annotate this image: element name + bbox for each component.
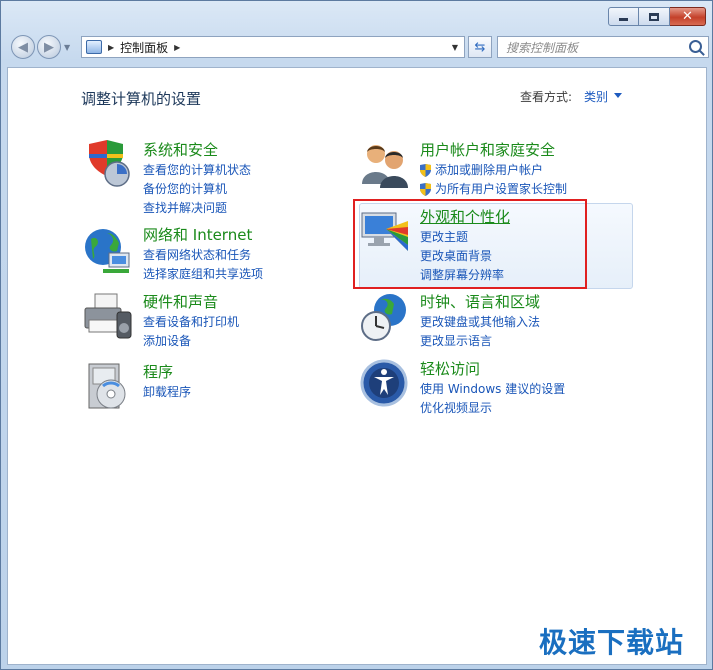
maximize-button[interactable] — [639, 7, 670, 26]
chevron-down-icon[interactable] — [614, 93, 622, 98]
link-recommended-settings[interactable]: 使用 Windows 建议的设置 — [420, 380, 565, 399]
user-accounts-icon — [362, 145, 408, 188]
uac-shield-icon — [420, 183, 431, 196]
control-panel-window: ✕ ◀ ▶ ▼ ▶ 控制面板 ▶ ▼ ⇆ 搜索控制面板 调整计算机的设置 查看方… — [0, 0, 713, 670]
watermark: 极速下载站 — [539, 626, 685, 659]
minimize-button[interactable] — [608, 7, 639, 26]
link-optimize-display[interactable]: 优化视频显示 — [420, 399, 565, 418]
maximize-icon — [649, 12, 659, 21]
control-panel-icon — [86, 40, 102, 54]
highlight-annotation — [353, 199, 587, 289]
uac-shield-icon — [420, 164, 431, 177]
link-network-status[interactable]: 查看网络状态和任务 — [143, 246, 263, 265]
navigation-bar: ◀ ▶ ▼ ▶ 控制面板 ▶ ▼ ⇆ 搜索控制面板 — [7, 33, 709, 61]
search-icon[interactable] — [689, 40, 702, 53]
refresh-button[interactable]: ⇆ — [468, 36, 492, 58]
chevron-down-icon: ▼ — [64, 43, 71, 52]
clock-language-icon — [361, 294, 406, 341]
breadcrumb-separator-icon[interactable]: ▶ — [174, 43, 180, 52]
category-title[interactable]: 用户帐户和家庭安全 — [420, 139, 555, 160]
system-security-icon — [89, 140, 130, 187]
link-backup-computer[interactable]: 备份您的计算机 — [143, 180, 251, 199]
programs-icon — [88, 363, 126, 409]
link-label: 为所有用户设置家长控制 — [435, 182, 568, 196]
link-view-computer-status[interactable]: 查看您的计算机状态 — [143, 161, 251, 180]
category-title[interactable]: 轻松访问 — [420, 358, 480, 379]
link-devices-printers[interactable]: 查看设备和打印机 — [143, 313, 239, 332]
link-label: 添加或删除用户帐户 — [435, 163, 544, 177]
network-internet-icon — [85, 229, 130, 273]
link-parental-controls[interactable]: 为所有用户设置家长控制 — [420, 180, 567, 199]
link-change-keyboard[interactable]: 更改键盘或其他输入法 — [420, 313, 540, 332]
category-title[interactable]: 程序 — [143, 361, 173, 382]
caption-buttons: ✕ — [608, 7, 706, 26]
view-by-label: 查看方式: — [520, 90, 573, 104]
close-icon: ✕ — [682, 9, 693, 24]
link-add-remove-accounts[interactable]: 添加或删除用户帐户 — [420, 161, 567, 180]
recent-pages-dropdown[interactable]: ▼ — [64, 43, 70, 52]
link-uninstall-program[interactable]: 卸载程序 — [143, 383, 191, 402]
link-display-language[interactable]: 更改显示语言 — [420, 332, 540, 351]
ease-of-access-icon — [360, 359, 408, 407]
hardware-sound-icon — [84, 293, 132, 339]
link-troubleshoot[interactable]: 查找并解决问题 — [143, 199, 251, 218]
link-add-device[interactable]: 添加设备 — [143, 332, 239, 351]
forward-arrow-icon: ▶ — [44, 39, 54, 55]
page-title: 调整计算机的设置 — [81, 90, 202, 108]
search-placeholder: 搜索控制面板 — [506, 40, 579, 55]
back-button[interactable]: ◀ — [11, 35, 35, 59]
view-by-dropdown[interactable]: 类别 — [584, 88, 608, 105]
breadcrumb-separator-icon[interactable]: ▶ — [108, 43, 114, 52]
address-dropdown[interactable]: ▼ — [446, 37, 464, 57]
breadcrumb-control-panel[interactable]: 控制面板 — [120, 39, 168, 56]
content-pane: 调整计算机的设置 查看方式: 类别 系统和安全 查看您的计算机状态 备份您的计算… — [7, 67, 707, 665]
minimize-icon — [619, 18, 628, 21]
chevron-down-icon: ▼ — [451, 42, 459, 52]
category-title[interactable]: 硬件和声音 — [143, 291, 218, 312]
category-title[interactable]: 时钟、语言和区域 — [420, 291, 540, 312]
forward-button[interactable]: ▶ — [37, 35, 61, 59]
refresh-icon: ⇆ — [474, 39, 486, 55]
category-title[interactable]: 网络和 Internet — [143, 224, 252, 245]
category-title[interactable]: 系统和安全 — [143, 139, 218, 160]
address-bar[interactable]: ▶ 控制面板 ▶ ▼ — [81, 36, 465, 58]
search-input[interactable]: 搜索控制面板 — [497, 36, 709, 58]
back-arrow-icon: ◀ — [18, 39, 28, 55]
close-button[interactable]: ✕ — [670, 7, 706, 26]
link-homegroup-sharing[interactable]: 选择家庭组和共享选项 — [143, 265, 263, 284]
